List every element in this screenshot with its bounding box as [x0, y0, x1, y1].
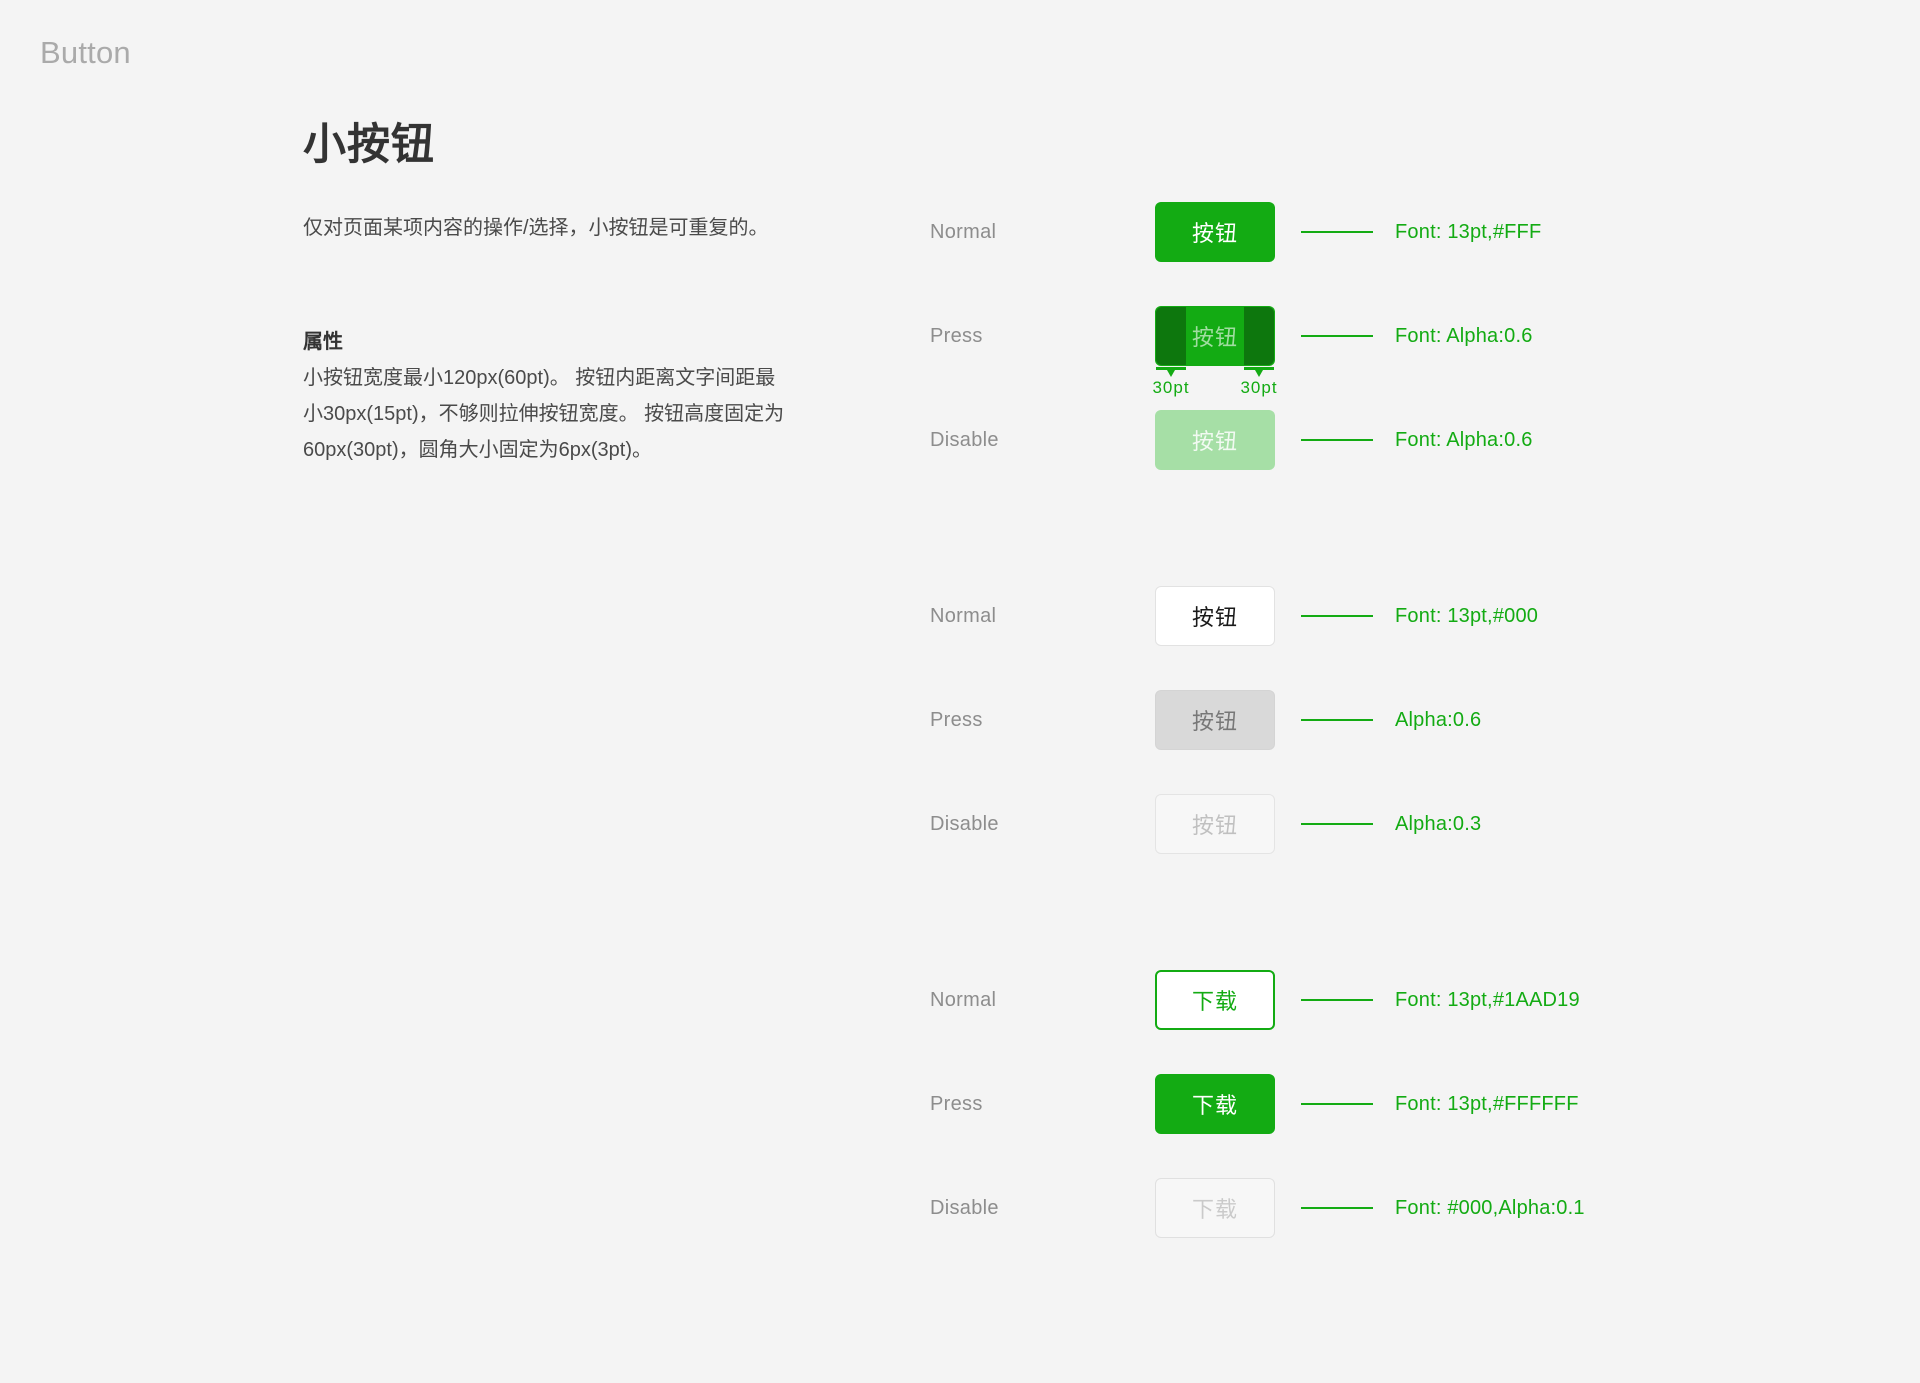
button-label: 按钮 [1191, 221, 1238, 246]
properties-block: 属性 小按钮宽度最小120px(60pt)。 按钮内距离文字间距最小30px(1… [303, 324, 803, 468]
state-label: Press [930, 708, 983, 731]
button-cell: 下载 [1115, 1178, 1315, 1238]
page-title: 小按钮 [303, 121, 435, 169]
spec-row-primary-normal: Normal 按钮 Font: 13pt,#FFF [930, 180, 1630, 284]
button-label: 按钮 [1191, 813, 1238, 838]
button-label: 按钮 [1191, 709, 1238, 734]
group-outline-download-button: Normal 下载 Font: 13pt,#1AAD19 Press 下载 Fo… [930, 948, 1630, 1260]
state-label: Press [930, 324, 983, 347]
spec-row-primary-disable: Disable 按钮 Font: Alpha:0.6 [930, 388, 1630, 492]
padding-guide-left [1156, 307, 1186, 365]
download-button-normal[interactable]: 下载 [1155, 970, 1275, 1030]
annotation-text: Font: 13pt,#1AAD19 [1395, 988, 1580, 1011]
state-label: Disable [930, 428, 999, 451]
properties-text: 小按钮宽度最小120px(60pt)。 按钮内距离文字间距最小30px(15pt… [303, 366, 785, 461]
spec-row-download-disable: Disable 下载 Font: #000,Alpha:0.1 [930, 1156, 1630, 1260]
button-cell: 下载 [1115, 1074, 1315, 1134]
secondary-button-press[interactable]: 按钮 [1155, 690, 1275, 750]
state-label: Disable [930, 1196, 999, 1219]
annotation-text: Font: 13pt,#000 [1395, 604, 1539, 627]
button-cell: 按钮 [1115, 202, 1315, 262]
button-label: 下载 [1191, 1093, 1238, 1118]
button-label: 按钮 [1191, 605, 1238, 630]
group-secondary-white-button: Normal 按钮 Font: 13pt,#000 Press 按钮 Alpha… [930, 564, 1630, 876]
primary-button-normal[interactable]: 按钮 [1155, 202, 1275, 262]
button-label: 按钮 [1191, 325, 1238, 350]
annotation-text: Font: Alpha:0.6 [1395, 324, 1533, 347]
download-button-disable: 下载 [1155, 1178, 1275, 1238]
annotation-text: Font: #000,Alpha:0.1 [1395, 1196, 1585, 1219]
button-cell: 下载 [1115, 970, 1315, 1030]
annotation: Font: 13pt,#1AAD19 [1301, 989, 1580, 1012]
button-cell: 按钮 30pt 30pt [1115, 306, 1315, 397]
spec-row-secondary-press: Press 按钮 Alpha:0.6 [930, 668, 1630, 772]
state-label: Normal [930, 220, 997, 243]
secondary-button-disable: 按钮 [1155, 794, 1275, 854]
button-label: 下载 [1191, 1197, 1238, 1222]
measure-arrow-icon [1255, 370, 1263, 377]
button-label: 下载 [1191, 989, 1238, 1014]
state-label: Normal [930, 604, 997, 627]
spec-row-download-normal: Normal 下载 Font: 13pt,#1AAD19 [930, 948, 1630, 1052]
state-label: Normal [930, 988, 997, 1011]
spec-row-download-press: Press 下载 Font: 13pt,#FFFFFF [930, 1052, 1630, 1156]
properties-heading: 属性 [303, 330, 343, 353]
button-cell: 按钮 [1115, 586, 1315, 646]
group-primary-green-button: Normal 按钮 Font: 13pt,#FFF Press 按钮 30pt … [930, 180, 1630, 492]
primary-button-disable: 按钮 [1155, 410, 1275, 470]
button-cell: 按钮 [1115, 410, 1315, 470]
button-cell: 按钮 [1115, 794, 1315, 854]
annotation-text: Font: 13pt,#FFF [1395, 220, 1542, 243]
page-root: Button 小按钮 仅对页面某项内容的操作/选择，小按钮是可重复的。 属性 小… [0, 0, 1920, 1383]
annotation-text: Font: Alpha:0.6 [1395, 428, 1533, 451]
app-title: Button [40, 35, 131, 70]
spec-row-secondary-disable: Disable 按钮 Alpha:0.3 [930, 772, 1630, 876]
annotation: Font: Alpha:0.6 [1301, 325, 1533, 348]
padding-guide-right [1244, 307, 1274, 365]
button-spec-panel: Normal 按钮 Font: 13pt,#FFF Press 按钮 30pt … [930, 180, 1630, 1260]
download-button-press[interactable]: 下载 [1155, 1074, 1275, 1134]
annotation: Alpha:0.6 [1301, 709, 1481, 732]
intro-paragraph: 仅对页面某项内容的操作/选择，小按钮是可重复的。 [303, 216, 769, 239]
spec-row-secondary-normal: Normal 按钮 Font: 13pt,#000 [930, 564, 1630, 668]
annotation: Font: 13pt,#000 [1301, 605, 1538, 628]
annotation-text: Alpha:0.3 [1395, 812, 1482, 835]
state-label: Disable [930, 812, 999, 835]
annotation: Font: 13pt,#FFFFFF [1301, 1093, 1579, 1116]
annotation-text: Alpha:0.6 [1395, 708, 1482, 731]
button-label: 按钮 [1191, 429, 1238, 454]
primary-button-press[interactable]: 按钮 30pt 30pt [1152, 306, 1277, 397]
measure-arrow-icon [1167, 370, 1175, 377]
annotation-text: Font: 13pt,#FFFFFF [1395, 1092, 1579, 1115]
annotation: Font: 13pt,#FFF [1301, 221, 1541, 244]
documentation-column: 小按钮 仅对页面某项内容的操作/选择，小按钮是可重复的。 属性 小按钮宽度最小1… [303, 120, 803, 468]
spec-row-primary-press: Press 按钮 30pt 30pt Font: Alpha:0.6 [930, 284, 1630, 397]
annotation: Font: #000,Alpha:0.1 [1301, 1197, 1585, 1220]
annotation: Font: Alpha:0.6 [1301, 429, 1533, 452]
button-cell: 按钮 [1115, 690, 1315, 750]
annotation: Alpha:0.3 [1301, 813, 1481, 836]
secondary-button-normal[interactable]: 按钮 [1155, 586, 1275, 646]
state-label: Press [930, 1092, 983, 1115]
